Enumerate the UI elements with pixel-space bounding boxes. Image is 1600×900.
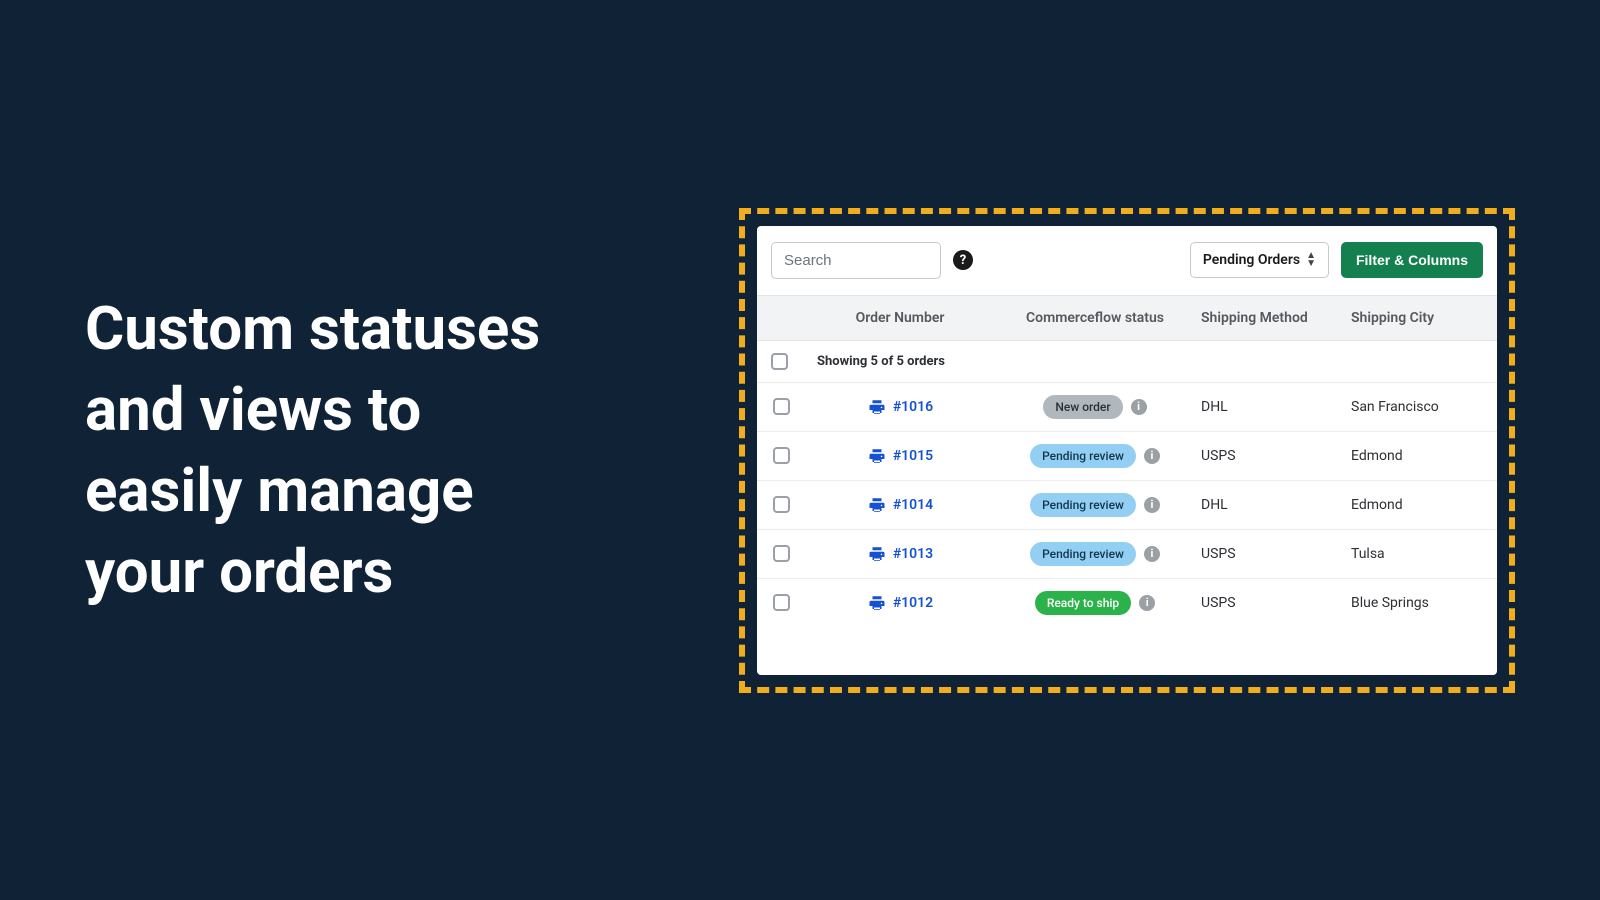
printer-icon[interactable] xyxy=(867,398,887,416)
printer-icon[interactable] xyxy=(867,594,887,612)
orders-panel: ? Pending Orders ▲▼ Filter & Columns Ord… xyxy=(757,226,1497,675)
row-checkbox[interactable] xyxy=(773,398,790,415)
shipping-city-cell: Tulsa xyxy=(1345,546,1495,562)
table-row: #1013 Pending review i USPSTulsa xyxy=(757,529,1497,578)
sort-arrows-icon: ▲▼ xyxy=(1306,252,1316,268)
header-shipping-city: Shipping City xyxy=(1345,296,1495,340)
view-select-dropdown[interactable]: Pending Orders ▲▼ xyxy=(1190,242,1329,278)
view-select-label: Pending Orders xyxy=(1203,252,1300,268)
table-row: #1014 Pending review i DHLEdmond xyxy=(757,480,1497,529)
order-link[interactable]: #1013 xyxy=(893,546,933,562)
shipping-method-cell: DHL xyxy=(1195,399,1345,415)
info-icon[interactable]: i xyxy=(1131,399,1147,415)
printer-icon[interactable] xyxy=(867,496,887,514)
shipping-city-cell: San Francisco xyxy=(1345,399,1495,415)
row-checkbox-cell xyxy=(757,398,805,415)
shipping-method-cell: USPS xyxy=(1195,595,1345,611)
status-badge: Pending review xyxy=(1030,444,1136,468)
order-link[interactable]: #1014 xyxy=(893,497,933,513)
orders-toolbar: ? Pending Orders ▲▼ Filter & Columns xyxy=(757,226,1497,295)
order-link[interactable]: #1016 xyxy=(893,399,933,415)
marketing-headline: Custom statuses and views to easily mana… xyxy=(85,288,585,612)
table-bottom-spacer xyxy=(757,627,1497,675)
count-row: Showing 5 of 5 orders xyxy=(757,341,1497,382)
row-checkbox-cell xyxy=(757,594,805,611)
status-cell: Pending review i xyxy=(995,444,1195,468)
header-shipping-method: Shipping Method xyxy=(1195,296,1345,340)
row-checkbox-cell xyxy=(757,496,805,513)
count-text: Showing 5 of 5 orders xyxy=(817,354,945,369)
shipping-method-cell: USPS xyxy=(1195,448,1345,464)
table-header-row: Order Number Commerceflow status Shippin… xyxy=(757,295,1497,341)
status-cell: New order i xyxy=(995,395,1195,419)
header-order-number: Order Number xyxy=(805,296,995,340)
info-icon[interactable]: i xyxy=(1139,595,1155,611)
printer-icon[interactable] xyxy=(867,447,887,465)
filter-columns-button[interactable]: Filter & Columns xyxy=(1341,242,1483,278)
row-checkbox-cell xyxy=(757,447,805,464)
row-checkbox[interactable] xyxy=(773,447,790,464)
shipping-method-cell: DHL xyxy=(1195,497,1345,513)
info-icon[interactable]: i xyxy=(1144,546,1160,562)
shipping-city-cell: Blue Springs xyxy=(1345,595,1495,611)
order-link[interactable]: #1012 xyxy=(893,595,933,611)
order-number-cell: #1015 xyxy=(805,447,995,465)
order-number-cell: #1016 xyxy=(805,398,995,416)
help-icon[interactable]: ? xyxy=(953,250,973,270)
highlight-border: ? Pending Orders ▲▼ Filter & Columns Ord… xyxy=(739,208,1515,693)
shipping-method-cell: USPS xyxy=(1195,546,1345,562)
status-cell: Pending review i xyxy=(995,493,1195,517)
status-cell: Ready to ship i xyxy=(995,591,1195,615)
select-all-checkbox[interactable] xyxy=(771,353,788,370)
table-row: #1015 Pending review i USPSEdmond xyxy=(757,431,1497,480)
status-badge: Pending review xyxy=(1030,493,1136,517)
status-cell: Pending review i xyxy=(995,542,1195,566)
printer-icon[interactable] xyxy=(867,545,887,563)
order-number-cell: #1012 xyxy=(805,594,995,612)
order-link[interactable]: #1015 xyxy=(893,448,933,464)
order-number-cell: #1013 xyxy=(805,545,995,563)
panel-wrap: ? Pending Orders ▲▼ Filter & Columns Ord… xyxy=(645,208,1515,693)
shipping-city-cell: Edmond xyxy=(1345,448,1495,464)
row-checkbox[interactable] xyxy=(773,594,790,611)
table-body: #1016New orderiDHLSan Francisco#1015Pend… xyxy=(757,382,1497,627)
header-checkbox-cell xyxy=(757,296,805,340)
row-checkbox-cell xyxy=(757,545,805,562)
header-status: Commerceflow status xyxy=(995,296,1195,340)
search-input[interactable] xyxy=(771,242,941,279)
status-badge: Ready to ship xyxy=(1035,591,1131,615)
status-badge: New order xyxy=(1043,395,1122,419)
shipping-city-cell: Edmond xyxy=(1345,497,1495,513)
table-row: #1012 Ready to ship i USPSBlue Springs xyxy=(757,578,1497,627)
row-checkbox[interactable] xyxy=(773,545,790,562)
info-icon[interactable]: i xyxy=(1144,497,1160,513)
info-icon[interactable]: i xyxy=(1144,448,1160,464)
row-checkbox[interactable] xyxy=(773,496,790,513)
table-row: #1016 New order i DHLSan Francisco xyxy=(757,382,1497,431)
order-number-cell: #1014 xyxy=(805,496,995,514)
status-badge: Pending review xyxy=(1030,542,1136,566)
